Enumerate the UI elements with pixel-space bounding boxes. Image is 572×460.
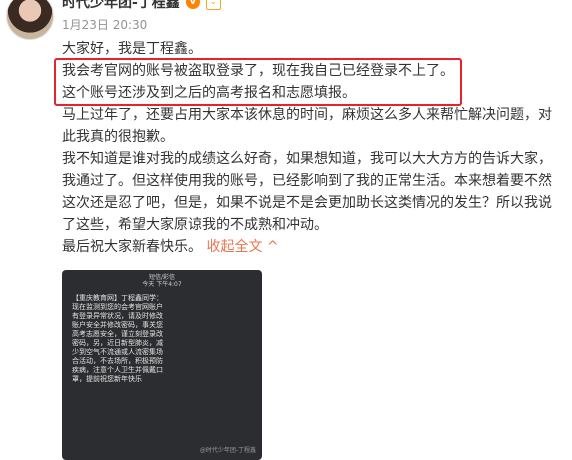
post-date[interactable]: 1月23日 — [62, 18, 109, 32]
content-line: 我不知道是谁对我的成绩这么好奇，如果想知道，我可以大大方方的告诉大家， — [62, 151, 552, 167]
collapse-label: 收起全文 — [206, 239, 263, 255]
content-line: 此我真的很抱歉。 — [62, 129, 174, 145]
sms-line: 有登录异常状况，请及时修改 — [72, 312, 163, 320]
post-content: 大家好，我是丁程鑫。 我会考官网的账号被盗取登录了，现在我自己已经登录不上了。 … — [62, 38, 562, 258]
post-header: 时代少年团-丁程鑫 V ⌄ — [62, 0, 221, 13]
chevron-down-icon[interactable]: ⌄ — [205, 0, 221, 10]
username[interactable]: 时代少年团-丁程鑫 — [62, 0, 180, 12]
sms-line: 少到空气不流通或人流密集场 — [72, 348, 163, 356]
chevron-up-icon: ^ — [266, 239, 279, 255]
sms-line: 合活动，不去场所，积极预防 — [72, 357, 163, 365]
content-line: 了这些，希望大家原谅我的不成熟和冲动。 — [62, 217, 328, 233]
post-meta: 1月23日 20:30 — [62, 16, 147, 33]
content-line: 大家好，我是丁程鑫。 — [62, 41, 202, 57]
sms-header: 短信/彩信 今天 下午4:07 — [62, 274, 262, 288]
post-time[interactable]: 20:30 — [113, 18, 148, 32]
sms-line: 账户安全并修改密码，事关您 — [72, 321, 163, 329]
content-line: 我通过了。但这样使用我的账号，已经影响到了我的正常生活。本来想着要不然 — [62, 173, 552, 189]
sms-line: 罩，提前祝您新年快乐 — [72, 375, 142, 383]
sms-line: 密码，另，近日新型肺炎，减 — [72, 339, 163, 347]
sms-header-title: 短信/彩信 — [148, 274, 176, 281]
content-line: 这次还是忍了吧，但是，如果不说是不是会更加助长这类情况的发生？所以我说 — [62, 195, 552, 211]
sms-line: 【重庆教育网】丁程鑫同学： — [72, 294, 163, 302]
content-line: 这个账号还涉及到之后的高考报名和志愿填报。 — [62, 85, 356, 101]
sms-line: 疾病，注意个人卫生并佩戴口 — [72, 366, 163, 374]
sms-line: 现在监测到您的会考官网账户 — [72, 303, 163, 311]
sms-line: 高考志愿安全，谨立刻登录改 — [72, 330, 163, 338]
sms-message: 【重庆教育网】丁程鑫同学： 现在监测到您的会考官网账户 有登录异常状况，请及时修… — [72, 294, 252, 384]
closing-text: 最后祝大家新春快乐。 — [62, 239, 202, 255]
image-watermark: @时代少年团-丁程鑫 — [199, 447, 256, 454]
avatar[interactable] — [6, 0, 54, 40]
sms-header-time: 今天 下午4:07 — [142, 281, 182, 288]
verified-icon: V — [185, 0, 200, 9]
content-line: 我会考官网的账号被盗取登录了，现在我自己已经登录不上了。 — [62, 63, 454, 79]
collapse-link[interactable]: 收起全文 ^ — [206, 239, 278, 255]
content-last-line: 最后祝大家新春快乐。 收起全文 ^ — [62, 236, 562, 258]
content-line: 马上过年了，还要占用大家本该休息的时间，麻烦这么多人来帮忙解决问题，对 — [62, 107, 552, 123]
post-image[interactable]: 短信/彩信 今天 下午4:07 【重庆教育网】丁程鑫同学： 现在监测到您的会考官… — [62, 270, 262, 460]
